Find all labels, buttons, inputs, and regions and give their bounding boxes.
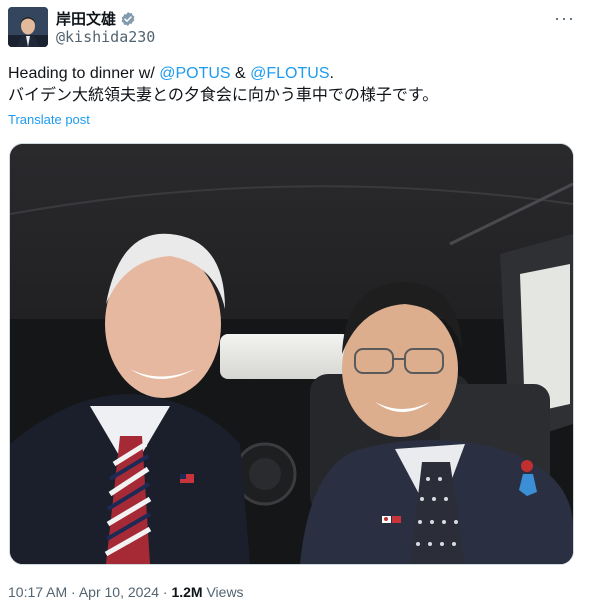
avatar[interactable] [8, 7, 48, 47]
tweet-line-1: Heading to dinner w/ @POTUS & @FLOTUS. [8, 63, 568, 85]
author-display-name[interactable]: 岸田文雄 [56, 8, 116, 29]
tweet-meta: 10:17 AM · Apr 10, 2024 · 1.2M Views [8, 584, 244, 600]
author-name-row: 岸田文雄 [56, 8, 136, 29]
avatar-image [8, 7, 48, 47]
translate-post-link[interactable]: Translate post [8, 112, 90, 127]
tweet-time-link[interactable]: 10:17 AM [8, 584, 67, 600]
tweet-text-suffix: . [329, 65, 334, 82]
author-handle[interactable]: @kishida230 [56, 28, 155, 46]
meta-separator: · [159, 584, 172, 600]
mention-potus-link[interactable]: @POTUS [159, 65, 230, 82]
views-count: 1.2M [171, 584, 203, 600]
more-options-icon[interactable]: ··· [554, 8, 575, 29]
views-label: Views [202, 584, 244, 600]
tweet-photo-image [10, 144, 573, 564]
tweet-text-amp: & [230, 65, 251, 82]
tweet-photo[interactable] [9, 143, 574, 565]
tweet-date-link[interactable]: Apr 10, 2024 [79, 584, 159, 600]
tweet-line-2: バイデン大統領夫妻との夕食会に向かう車中での様子です。 [8, 87, 439, 104]
tweet-text: Heading to dinner w/ @POTUS & @FLOTUS. バ… [8, 63, 568, 107]
verified-badge-icon [121, 11, 135, 26]
tweet-text-prefix: Heading to dinner w/ [8, 65, 160, 82]
meta-separator: · [67, 584, 79, 600]
mention-flotus-link[interactable]: @FLOTUS [250, 65, 329, 82]
